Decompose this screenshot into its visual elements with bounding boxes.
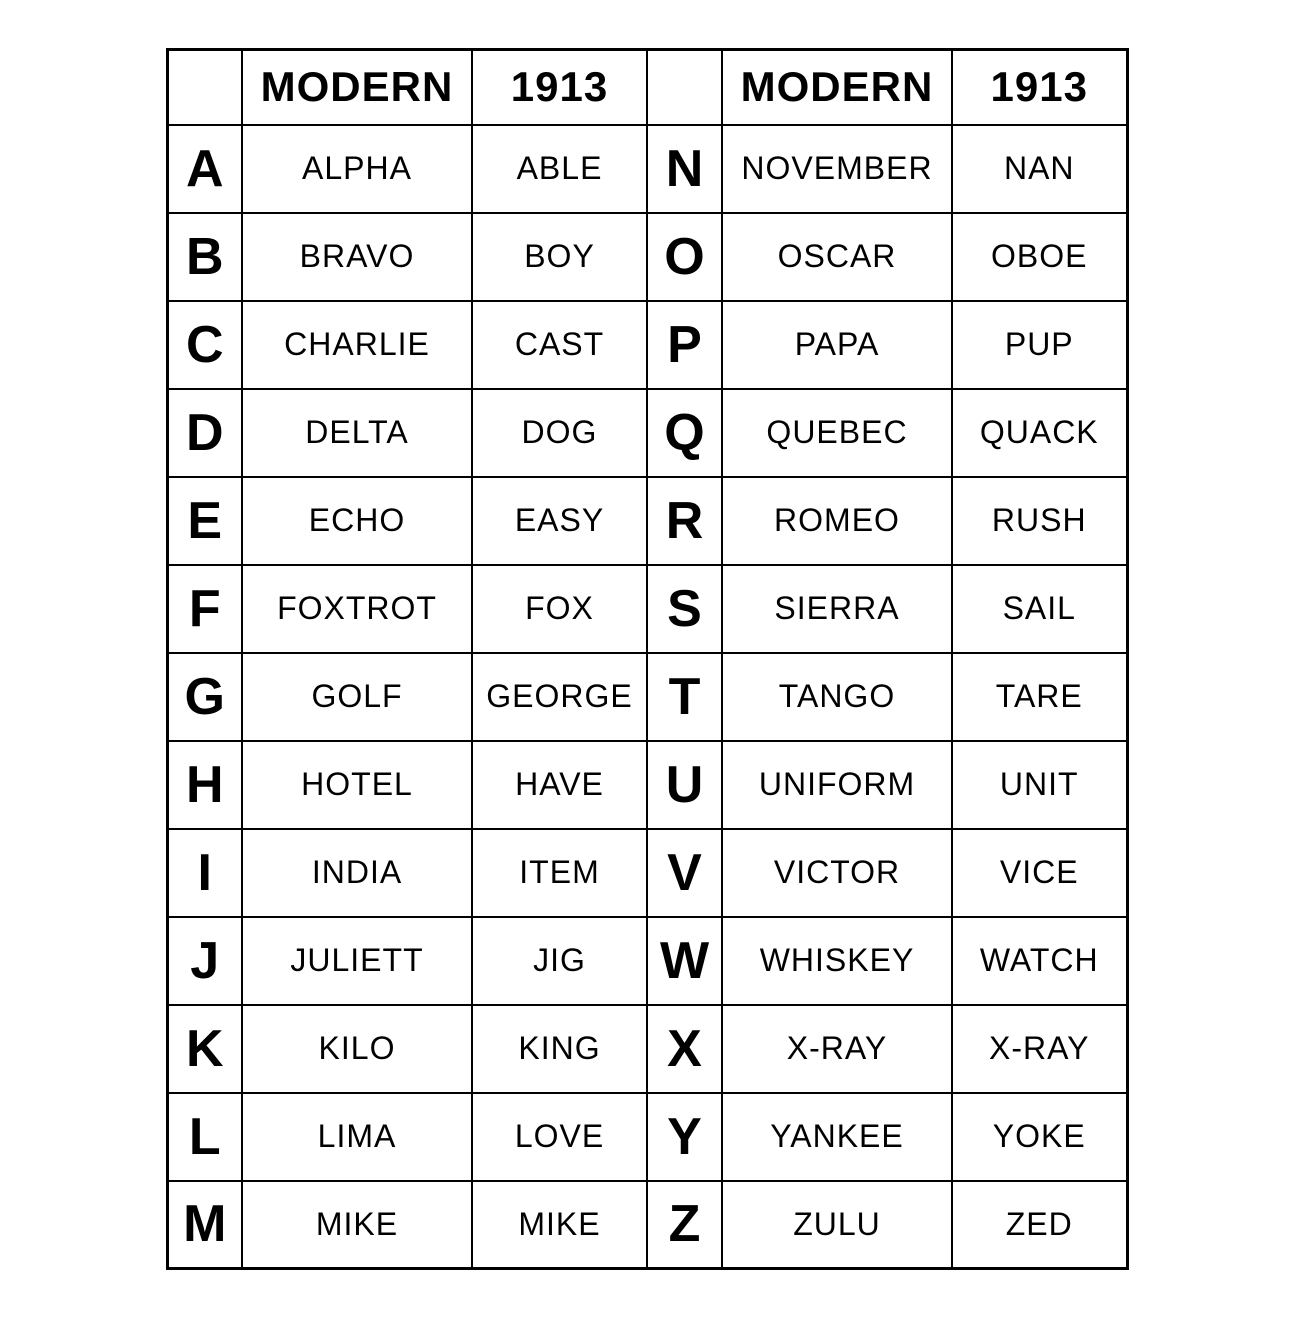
modern-right-X: X-RAY bbox=[722, 1005, 952, 1093]
letter-right-V: V bbox=[647, 829, 722, 917]
header-empty-left bbox=[167, 50, 242, 125]
modern-left-E: ECHO bbox=[242, 477, 472, 565]
year-right-R: RUSH bbox=[952, 477, 1127, 565]
year-left-H: HAVE bbox=[472, 741, 647, 829]
year-left-B: BOY bbox=[472, 213, 647, 301]
modern-left-K: KILO bbox=[242, 1005, 472, 1093]
modern-right-U: UNIFORM bbox=[722, 741, 952, 829]
modern-left-A: ALPHA bbox=[242, 125, 472, 213]
year-left-L: LOVE bbox=[472, 1093, 647, 1181]
year-right-S: SAIL bbox=[952, 565, 1127, 653]
modern-left-J: JULIETT bbox=[242, 917, 472, 1005]
year-left-E: EASY bbox=[472, 477, 647, 565]
year-right-T: TARE bbox=[952, 653, 1127, 741]
modern-left-M: MIKE bbox=[242, 1181, 472, 1269]
year-right-V: VICE bbox=[952, 829, 1127, 917]
modern-left-B: BRAVO bbox=[242, 213, 472, 301]
modern-right-W: WHISKEY bbox=[722, 917, 952, 1005]
year-left-I: ITEM bbox=[472, 829, 647, 917]
letter-right-O: O bbox=[647, 213, 722, 301]
modern-left-I: INDIA bbox=[242, 829, 472, 917]
year-left-C: CAST bbox=[472, 301, 647, 389]
letter-left-L: L bbox=[167, 1093, 242, 1181]
letter-left-D: D bbox=[167, 389, 242, 477]
letter-left-J: J bbox=[167, 917, 242, 1005]
modern-left-D: DELTA bbox=[242, 389, 472, 477]
modern-right-P: PAPA bbox=[722, 301, 952, 389]
header-year-right: 1913 bbox=[952, 50, 1127, 125]
modern-left-F: FOXTROT bbox=[242, 565, 472, 653]
letter-left-E: E bbox=[167, 477, 242, 565]
letter-left-M: M bbox=[167, 1181, 242, 1269]
modern-left-L: LIMA bbox=[242, 1093, 472, 1181]
letter-left-F: F bbox=[167, 565, 242, 653]
year-right-P: PUP bbox=[952, 301, 1127, 389]
modern-right-Q: QUEBEC bbox=[722, 389, 952, 477]
year-left-F: FOX bbox=[472, 565, 647, 653]
letter-right-U: U bbox=[647, 741, 722, 829]
letter-left-B: B bbox=[167, 213, 242, 301]
letter-right-N: N bbox=[647, 125, 722, 213]
year-left-G: GEORGE bbox=[472, 653, 647, 741]
year-right-W: WATCH bbox=[952, 917, 1127, 1005]
year-right-O: OBOE bbox=[952, 213, 1127, 301]
year-left-D: DOG bbox=[472, 389, 647, 477]
modern-right-T: TANGO bbox=[722, 653, 952, 741]
modern-right-Z: ZULU bbox=[722, 1181, 952, 1269]
letter-right-W: W bbox=[647, 917, 722, 1005]
letter-left-K: K bbox=[167, 1005, 242, 1093]
modern-left-H: HOTEL bbox=[242, 741, 472, 829]
letter-right-R: R bbox=[647, 477, 722, 565]
letter-left-I: I bbox=[167, 829, 242, 917]
letter-right-X: X bbox=[647, 1005, 722, 1093]
year-right-X: X-RAY bbox=[952, 1005, 1127, 1093]
letter-left-H: H bbox=[167, 741, 242, 829]
year-left-K: KING bbox=[472, 1005, 647, 1093]
modern-right-O: OSCAR bbox=[722, 213, 952, 301]
letter-right-Z: Z bbox=[647, 1181, 722, 1269]
letter-right-T: T bbox=[647, 653, 722, 741]
year-left-J: JIG bbox=[472, 917, 647, 1005]
modern-right-V: VICTOR bbox=[722, 829, 952, 917]
modern-right-Y: YANKEE bbox=[722, 1093, 952, 1181]
modern-left-C: CHARLIE bbox=[242, 301, 472, 389]
header-modern-right: MODERN bbox=[722, 50, 952, 125]
letter-left-A: A bbox=[167, 125, 242, 213]
year-right-Y: YOKE bbox=[952, 1093, 1127, 1181]
year-right-Z: ZED bbox=[952, 1181, 1127, 1269]
header-modern-left: MODERN bbox=[242, 50, 472, 125]
letter-right-P: P bbox=[647, 301, 722, 389]
header-empty-right bbox=[647, 50, 722, 125]
modern-right-S: SIERRA bbox=[722, 565, 952, 653]
letter-left-C: C bbox=[167, 301, 242, 389]
letter-left-G: G bbox=[167, 653, 242, 741]
phonetic-alphabet-table: MODERN 1913 MODERN 1913 AALPHAABLENNOVEM… bbox=[156, 38, 1139, 1280]
letter-right-S: S bbox=[647, 565, 722, 653]
modern-right-R: ROMEO bbox=[722, 477, 952, 565]
year-left-A: ABLE bbox=[472, 125, 647, 213]
year-right-Q: QUACK bbox=[952, 389, 1127, 477]
year-right-N: NAN bbox=[952, 125, 1127, 213]
year-left-M: MIKE bbox=[472, 1181, 647, 1269]
modern-right-N: NOVEMBER bbox=[722, 125, 952, 213]
letter-right-Y: Y bbox=[647, 1093, 722, 1181]
modern-left-G: GOLF bbox=[242, 653, 472, 741]
header-year-left: 1913 bbox=[472, 50, 647, 125]
letter-right-Q: Q bbox=[647, 389, 722, 477]
year-right-U: UNIT bbox=[952, 741, 1127, 829]
